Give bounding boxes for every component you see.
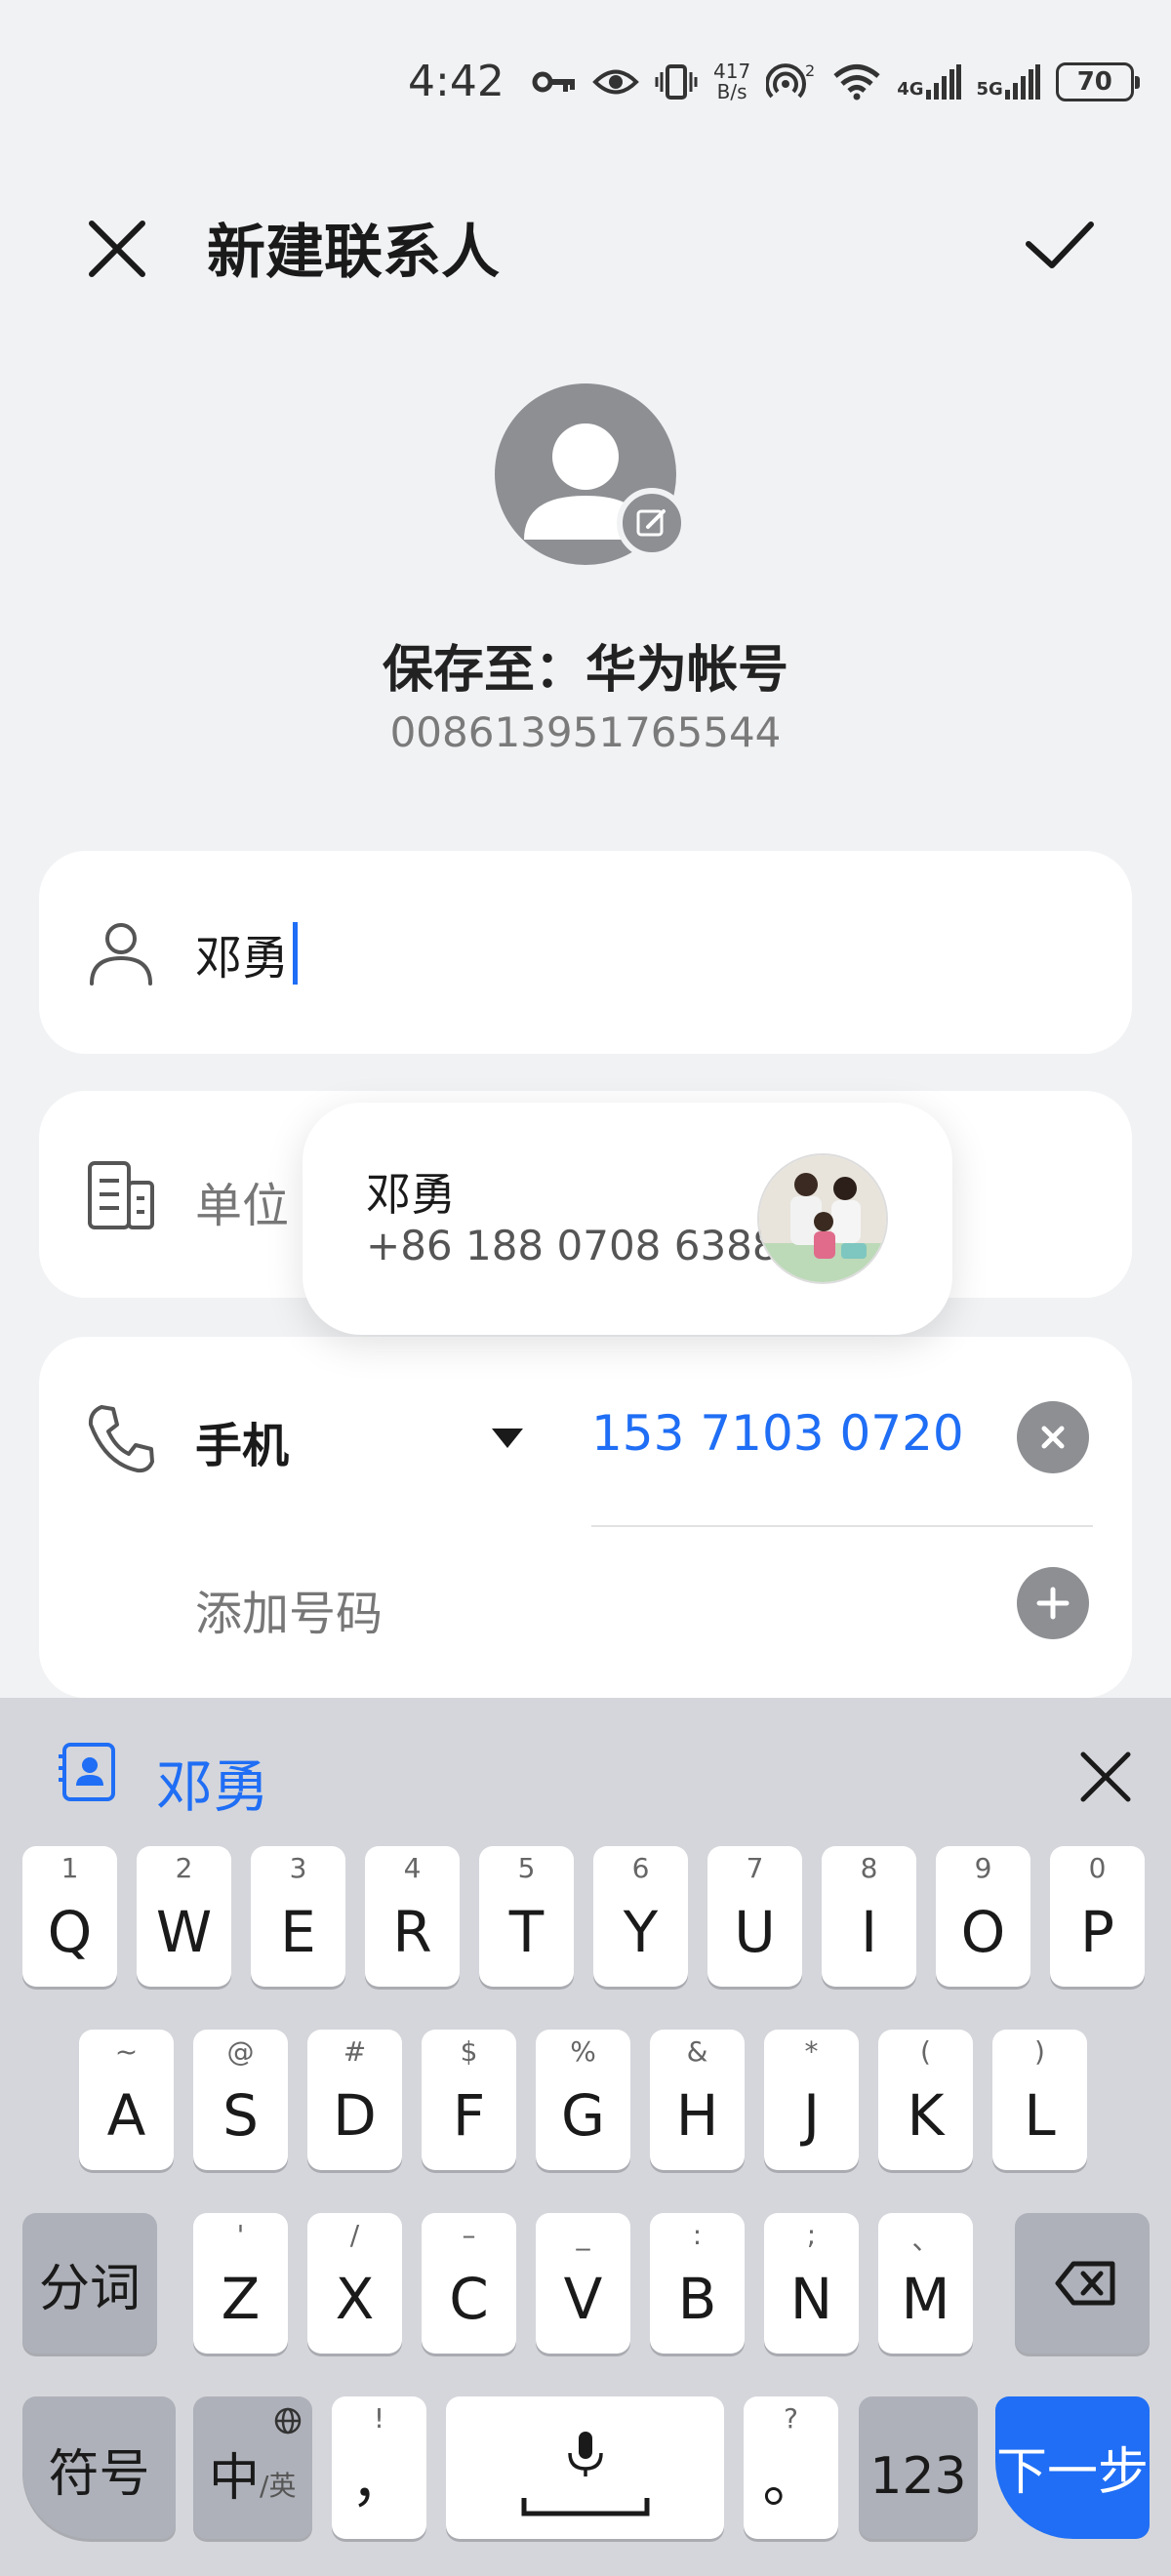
status-time: 4:42	[408, 57, 505, 106]
avatar-edit-button[interactable]	[617, 488, 687, 558]
key-k[interactable]: (K	[878, 2030, 973, 2170]
add-number-button[interactable]	[1017, 1567, 1089, 1639]
app-header: 新建联系人	[0, 185, 1171, 293]
key-h[interactable]: & H	[650, 2030, 745, 2170]
key-symbols[interactable]: 符号	[22, 2396, 176, 2539]
key-language[interactable]: 中/英	[193, 2396, 312, 2539]
key-p[interactable]: 0P	[1050, 1846, 1145, 1987]
phone-field-card: 手机 153 7103 0720 添加号码	[39, 1337, 1132, 1698]
keyboard: 邓勇 1Q 2W 3E 4R 5T 6Y 7U 8I 9O 0P ~ A @ S #…	[0, 1698, 1171, 2576]
signal-5g: 5G	[977, 64, 1040, 100]
key-q[interactable]: 1Q	[22, 1846, 117, 1987]
save-button[interactable]	[1015, 207, 1103, 285]
edit-icon	[636, 509, 666, 537]
building-icon	[88, 1161, 154, 1229]
text-cursor	[293, 922, 299, 985]
key-icon	[532, 71, 575, 93]
key-m[interactable]: 、 M	[878, 2213, 973, 2354]
divider	[591, 1525, 1093, 1527]
signal-bars-icon	[1004, 64, 1040, 100]
key-v[interactable]: _ V	[536, 2213, 630, 2354]
svg-text:2: 2	[805, 62, 815, 80]
space-bar-icon	[521, 2498, 650, 2516]
key-period[interactable]: ?。	[744, 2396, 838, 2539]
key-x[interactable]: / X	[307, 2213, 402, 2354]
suggestion-name: 邓勇	[366, 1168, 456, 1221]
contact-suggestion[interactable]: 邓勇 +86 188 0708 6388	[303, 1103, 952, 1335]
microphone-icon	[568, 2432, 603, 2476]
key-f[interactable]: $ F	[422, 2030, 516, 2170]
person-outline-icon	[90, 923, 152, 986]
key-g[interactable]: % G	[536, 2030, 630, 2170]
key-s[interactable]: @ S	[193, 2030, 288, 2170]
battery-indicator: 70	[1055, 62, 1140, 101]
contacts-icon[interactable]	[55, 1739, 121, 1805]
candidate-bar: 邓勇	[0, 1698, 1171, 1849]
name-field-card[interactable]: 邓勇	[39, 851, 1132, 1054]
page-title: 新建联系人	[207, 219, 500, 287]
space-key[interactable]	[446, 2396, 724, 2539]
key-i[interactable]: 8I	[822, 1846, 916, 1987]
plus-icon	[1036, 1587, 1070, 1620]
suggestion-photo	[757, 1153, 888, 1284]
key-z[interactable]: ' Z	[193, 2213, 288, 2354]
key-w[interactable]: 2W	[137, 1846, 231, 1987]
key-l[interactable]: ) L	[992, 2030, 1087, 2170]
key-numbers[interactable]: 123	[859, 2396, 978, 2539]
network-speed: 417 B/s	[713, 60, 751, 103]
save-location: 保存至：华为帐号	[382, 641, 788, 700]
close-button[interactable]	[78, 210, 156, 288]
close-icon	[89, 221, 145, 277]
organization-input[interactable]: 单位	[195, 1167, 289, 1235]
family-photo-icon	[759, 1155, 886, 1282]
suggestion-number: +86 188 0708 6388	[366, 1222, 779, 1269]
account-number: 008613951765544	[389, 708, 782, 756]
status-bar: 4:42 417 B/s 2 4G 5G 70	[0, 0, 1171, 176]
signal-bars-icon	[925, 64, 961, 100]
clear-icon	[1041, 1426, 1065, 1449]
candidate-word[interactable]: 邓勇	[156, 1741, 269, 1823]
close-icon[interactable]	[1073, 1745, 1138, 1809]
key-a[interactable]: ~ A	[79, 2030, 174, 2170]
hotspot-icon: 2	[766, 62, 815, 99]
key-c[interactable]: – C	[422, 2213, 516, 2354]
key-j[interactable]: * J	[764, 2030, 859, 2170]
key-fenci[interactable]: 分词	[22, 2213, 157, 2354]
phone-number-input[interactable]: 153 7103 0720	[591, 1405, 964, 1462]
dropdown-arrow-icon[interactable]	[488, 1423, 527, 1452]
key-n[interactable]: ; N	[764, 2213, 859, 2354]
globe-icon	[274, 2407, 302, 2435]
key-e[interactable]: 3E	[251, 1846, 345, 1987]
status-icons: 417 B/s 2 4G 5G 70	[532, 59, 1140, 105]
next-key[interactable]: 下一步	[995, 2396, 1150, 2539]
backspace-key[interactable]	[1015, 2213, 1150, 2354]
key-d[interactable]: # D	[307, 2030, 402, 2170]
add-number-label[interactable]: 添加号码	[195, 1575, 383, 1643]
key-r[interactable]: 4R	[365, 1846, 460, 1987]
key-o[interactable]: 9O	[936, 1846, 1030, 1987]
clear-number-button[interactable]	[1017, 1401, 1089, 1473]
key-comma[interactable]: !，	[332, 2396, 426, 2539]
key-u[interactable]: 7U	[707, 1846, 802, 1987]
phone-icon	[88, 1405, 154, 1473]
name-input[interactable]: 邓勇	[195, 919, 299, 987]
key-y[interactable]: 6Y	[593, 1846, 688, 1987]
phone-type-label[interactable]: 手机	[195, 1407, 289, 1475]
backspace-icon	[1055, 2261, 1115, 2306]
check-icon	[1026, 221, 1094, 268]
eye-icon	[592, 69, 639, 95]
key-t[interactable]: 5T	[479, 1846, 574, 1987]
wifi-icon	[833, 64, 880, 101]
key-b[interactable]: :B	[650, 2213, 745, 2354]
signal-4g: 4G	[897, 64, 961, 100]
vibrate-icon	[655, 64, 698, 100]
